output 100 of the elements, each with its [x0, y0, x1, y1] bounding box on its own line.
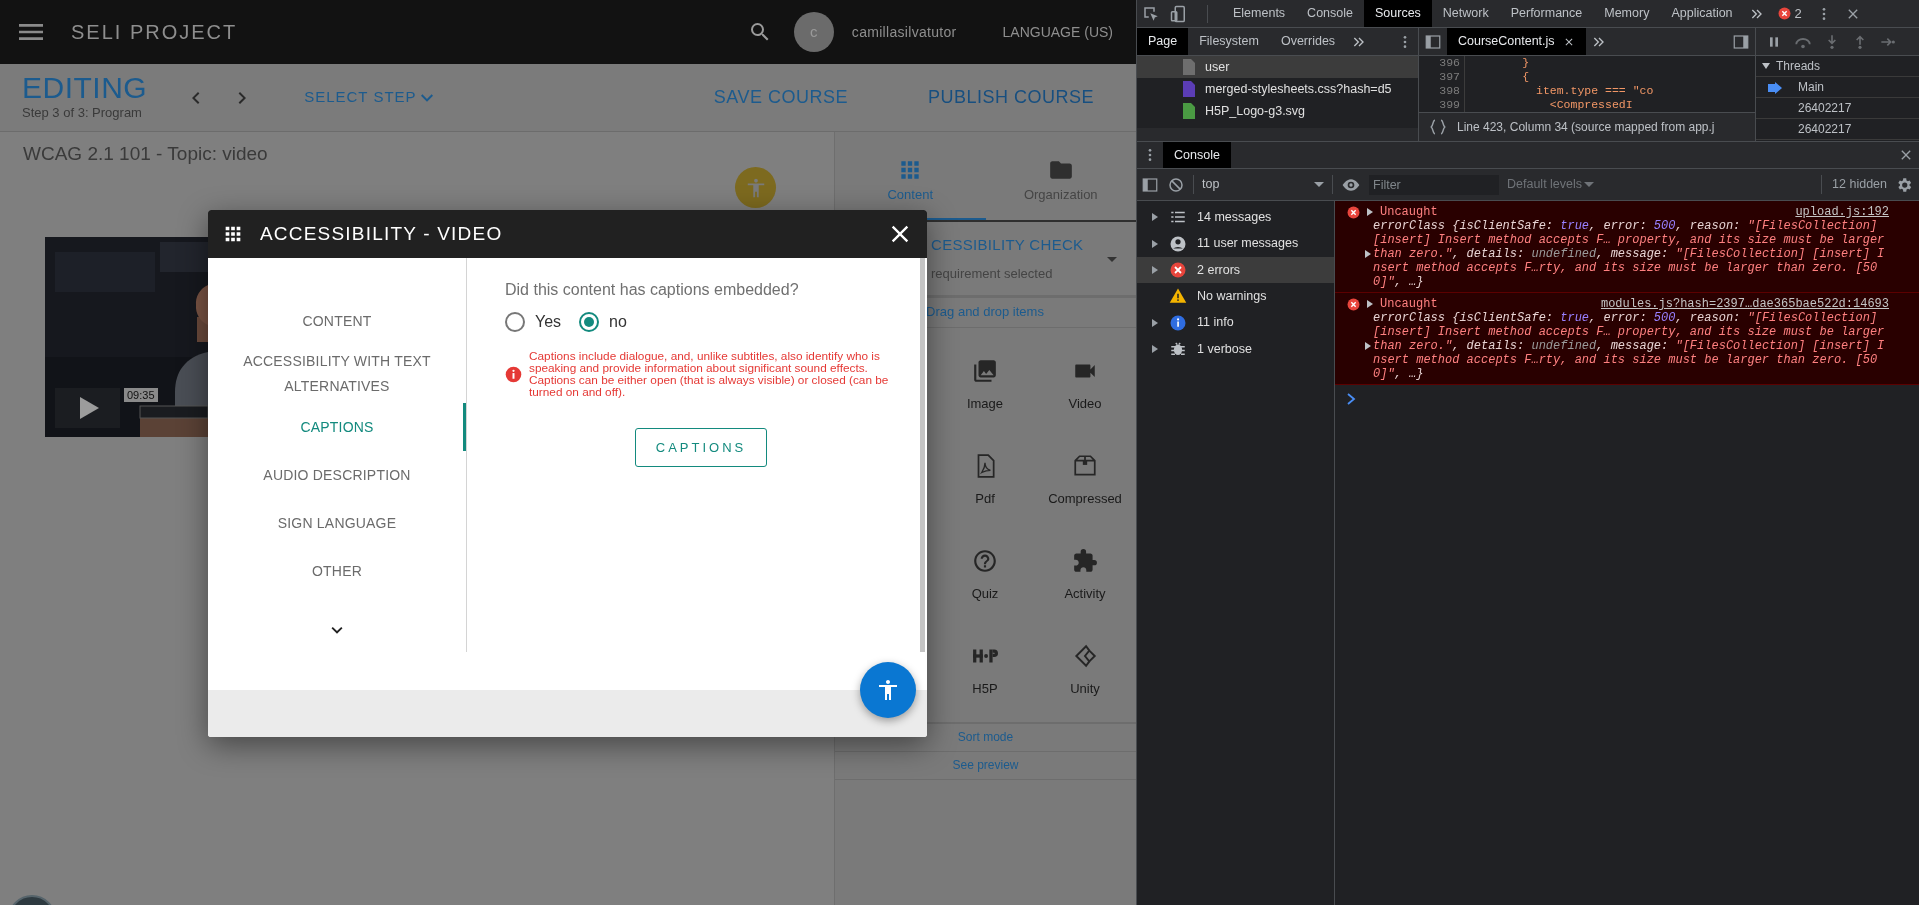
threads-header[interactable]: Threads [1756, 56, 1919, 77]
course-title: WCAG 2.1 101 - Topic: video [22, 142, 269, 166]
console-filter-item[interactable]: 11 info [1137, 309, 1334, 336]
console-filter-item[interactable]: No warnings [1137, 283, 1334, 310]
thread-row[interactable]: Main [1756, 77, 1919, 98]
dialog-nav-item[interactable]: CAPTIONS [208, 403, 466, 451]
image-icon [972, 357, 998, 384]
console-filter-item[interactable]: 2 errors [1137, 256, 1334, 284]
drawer-tab[interactable]: Console [1163, 142, 1231, 168]
devtools-tab[interactable]: Memory [1593, 0, 1661, 27]
play-button[interactable] [55, 388, 120, 428]
caret-icon [1584, 182, 1595, 187]
language-menu[interactable]: LANGUAGE (US) [1002, 21, 1113, 43]
tool-item[interactable]: Pdf [935, 433, 1035, 528]
message-label: Uncaught [1380, 296, 1438, 312]
error-icon [1347, 205, 1360, 219]
expand-arrow-icon[interactable] [1151, 213, 1159, 222]
info-icon [505, 365, 522, 383]
expand-arrow-icon[interactable] [1151, 265, 1159, 274]
dialog-nav-item[interactable]: SIGN LANGUAGE [208, 499, 466, 547]
message-text: errorClass {isClientSafe: true, error: 500, reason: "[FilesCollection] [insert] Insert method accepts F… property, and its size must be larger than zero.", details: undefined, message: "[FilesCollection] [insert] Insert method accepts F…rty, and its size must be larger than zero. [500]", …} [1373, 219, 1887, 289]
console-filter-item[interactable]: 11 user messages [1137, 230, 1334, 257]
thread-row[interactable]: 26402217 [1756, 98, 1919, 119]
drag-hint: Drag and drop items [926, 304, 1044, 319]
username[interactable]: camillasilvatutor [851, 21, 957, 43]
source-link[interactable]: modules.js?hash=2397…dae365bae522d:14693 [1600, 295, 1889, 313]
tool-item[interactable]: Quiz [935, 528, 1035, 623]
file-row[interactable]: user [1137, 56, 1418, 78]
expand-arrow-icon[interactable] [1151, 239, 1159, 248]
accessibility-icon [876, 678, 900, 702]
expand-arrow-icon[interactable] [1366, 300, 1374, 308]
navigator-tab[interactable]: Filesystem [1188, 28, 1270, 55]
devtools-tab[interactable]: Application [1660, 0, 1744, 27]
error-count-badge[interactable]: 2 [1777, 3, 1802, 24]
cube-icon [1072, 642, 1098, 669]
expand-arrow-icon[interactable] [1364, 250, 1372, 258]
device-icon[interactable] [1170, 4, 1188, 23]
expand-arrow-icon[interactable] [1366, 208, 1374, 216]
brand-title: SELI PROJECT [71, 20, 238, 45]
devtools-tab[interactable]: Elements [1222, 0, 1297, 27]
accessibility-button[interactable] [860, 662, 916, 718]
user-icon [1169, 234, 1187, 253]
format-icon[interactable] [1429, 118, 1447, 136]
dialog-title: ACCESSIBILITY - VIDEO [260, 221, 503, 246]
line-number: 396 [1419, 56, 1465, 70]
dialog-nav-item[interactable]: ACCESSIBILITY WITH TEXT ALTERNATIVES [208, 345, 466, 403]
devtools-tab[interactable]: Network [1431, 0, 1500, 27]
code-line: { [1521, 70, 1530, 84]
dialog-nav-item[interactable]: OTHER [208, 547, 466, 595]
expand-arrow-icon[interactable] [1762, 62, 1770, 70]
devtools-tab[interactable]: Console [1296, 0, 1364, 27]
radio-option[interactable]: no [579, 310, 627, 334]
radio-option[interactable]: Yes [505, 310, 562, 334]
question-icon [972, 547, 998, 574]
expand-arrow-icon[interactable] [1151, 318, 1159, 327]
error-icon [1777, 7, 1791, 20]
file-tab[interactable]: CourseContent.js [1447, 28, 1586, 55]
tool-item[interactable]: H5P [935, 623, 1035, 718]
filter-field[interactable]: Filter [1369, 174, 1499, 195]
scrollbar[interactable] [920, 258, 925, 652]
source-link[interactable]: app.j [1688, 120, 1715, 134]
console-filter-item[interactable]: 1 verbose [1137, 335, 1334, 363]
tool-item[interactable]: Compressed [1035, 433, 1135, 528]
caret-icon [420, 93, 433, 102]
console-filter-item[interactable]: 14 messages [1137, 204, 1334, 231]
box-icon [1072, 452, 1098, 479]
puzzle-icon [1072, 547, 1098, 574]
dialog-nav-item[interactable]: AUDIO DESCRIPTION [208, 451, 466, 499]
devtools-tab[interactable]: Sources [1364, 0, 1432, 27]
expand-arrow-icon[interactable] [1364, 342, 1372, 350]
file-row[interactable]: H5P_Logo-g3.svg [1137, 100, 1418, 122]
devtools-tab[interactable]: Performance [1499, 0, 1594, 27]
question-text: Did this content has captions embedded? [505, 280, 800, 300]
source-link[interactable]: upload.js:192 [1795, 203, 1889, 221]
file-row[interactable]: merged-stylesheets.css?hash=d5 [1137, 78, 1418, 100]
page-title: EDITING [22, 72, 148, 103]
sidebar-toggle-icon[interactable] [1141, 175, 1159, 194]
message-text: errorClass {isClientSafe: true, error: 500, reason: "[FilesCollection] [insert] Insert method accepts F… property, and its size must be larger than zero.", details: undefined, message: "[FilesCollection] [insert] Insert method accepts F…rty, and its size must be larger than zero. [500]", …} [1373, 311, 1887, 381]
clear-icon[interactable] [1167, 175, 1185, 194]
code-line: item.type === "co [1535, 84, 1654, 98]
thread-row[interactable]: 26402217 [1756, 119, 1919, 140]
status-text: Line 423, Column 34 (source mapped from app.j [1457, 119, 1715, 136]
inspect-icon[interactable] [1142, 4, 1160, 23]
sidebar-toggle-icon[interactable] [1732, 32, 1750, 51]
navigator-tab[interactable]: Overrides [1269, 28, 1347, 55]
expand-arrow-icon[interactable] [1151, 345, 1159, 354]
captions-button[interactable]: CAPTIONS [635, 428, 767, 467]
tool-item[interactable]: Unity [1035, 623, 1135, 718]
navigator-tab[interactable]: Page [1137, 28, 1189, 55]
tool-item[interactable]: Activity [1035, 528, 1135, 623]
sidebar-toggle-icon[interactable] [1424, 32, 1442, 51]
tool-item[interactable]: Image [935, 338, 1035, 433]
hidden-count: 12 hidden [1821, 175, 1887, 194]
context-select[interactable]: top [1193, 175, 1333, 194]
scrollbar[interactable] [1137, 128, 1418, 141]
warning-icon [1169, 287, 1187, 306]
dialog-nav-item[interactable]: CONTENT [208, 297, 466, 345]
line-number: 397 [1419, 70, 1465, 84]
error-icon [1169, 260, 1187, 279]
tool-item[interactable]: Video [1035, 338, 1135, 433]
